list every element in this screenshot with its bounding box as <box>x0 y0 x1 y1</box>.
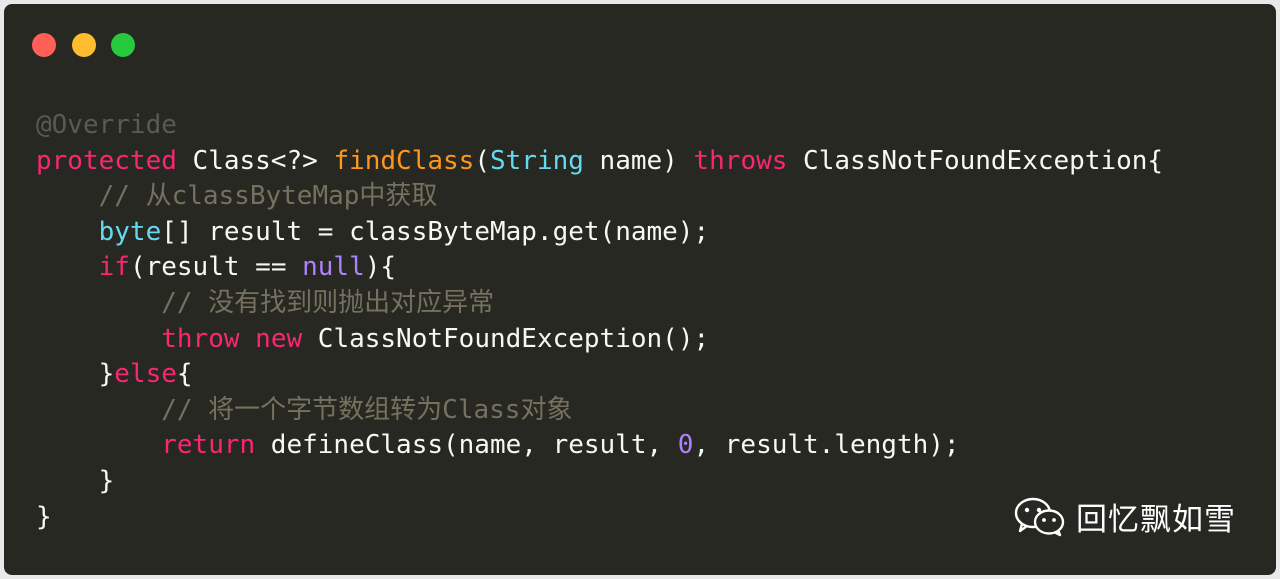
code-token-plain: ){ <box>364 252 397 283</box>
code-token-keyword: return <box>161 430 256 461</box>
code-token-literal: 0 <box>677 430 694 461</box>
code-line: } <box>36 464 1163 500</box>
maximize-button[interactable] <box>111 33 135 57</box>
watermark: 回忆飘如雪 <box>1014 494 1236 539</box>
code-token-plain: [] result = classByteMap.get(name); <box>161 216 710 247</box>
code-token-literal: null <box>302 252 365 283</box>
code-token-keyword: if <box>98 252 130 283</box>
code-line: }else{ <box>36 357 1163 393</box>
code-token-keyword: throws <box>693 145 788 176</box>
code-line: protected Class<?> findClass(String name… <box>36 144 1163 180</box>
code-token-comment: // 没有找到则抛出对应异常 <box>36 287 495 318</box>
code-line: // 从classByteMap中获取 <box>36 179 1163 215</box>
code-token-plain: ClassNotFoundException(); <box>302 323 710 354</box>
code-line: throw new ClassNotFoundException(); <box>36 322 1163 358</box>
code-token-plain: name) <box>583 145 694 176</box>
code-token-keyword: protected <box>36 145 177 176</box>
watermark-text: 回忆飘如雪 <box>1076 502 1236 538</box>
code-line: // 将一个字节数组转为Class对象 <box>36 393 1163 429</box>
code-line: if(result == null){ <box>36 250 1163 286</box>
code-token-plain: } <box>36 359 115 390</box>
code-token-func: findClass <box>333 145 475 176</box>
code-window: @Override protected Class<?> findClass(St… <box>4 4 1276 575</box>
code-token-keyword: new <box>255 323 303 354</box>
code-block: @Override protected Class<?> findClass(St… <box>36 108 1163 535</box>
code-line: // 没有找到则抛出对应异常 <box>36 286 1163 322</box>
code-token-plain: } <box>36 465 115 496</box>
code-token-plain: , result.length); <box>693 430 960 461</box>
code-line: byte[] result = classByteMap.get(name); <box>36 215 1163 251</box>
code-token-annotation: @Override <box>36 110 177 140</box>
code-token-comment: // 从classByteMap中获取 <box>36 181 438 212</box>
code-token-comment: // 将一个字节数组转为Class对象 <box>36 394 573 425</box>
code-token-plain: ( <box>474 145 490 176</box>
code-token-plain: (result == <box>129 252 303 283</box>
code-token-plain: { <box>176 359 193 390</box>
code-token-plain: Class<?> <box>176 145 334 176</box>
code-line: } <box>36 500 1163 536</box>
window-titlebar <box>4 4 1276 84</box>
code-token-type: String <box>489 145 584 176</box>
code-token-type: byte <box>98 216 162 247</box>
minimize-button[interactable] <box>72 33 96 57</box>
code-token-plain: } <box>36 501 52 532</box>
code-line: return defineClass(name, result, 0, resu… <box>36 428 1163 464</box>
code-token-keyword: throw <box>161 323 240 354</box>
code-line: @Override <box>36 108 1163 144</box>
code-token-plain: ClassNotFoundException{ <box>787 145 1164 176</box>
code-token-keyword: else <box>114 359 177 390</box>
code-token-plain: defineClass(name, result, <box>255 430 678 461</box>
wechat-icon <box>1014 497 1065 536</box>
close-button[interactable] <box>32 33 56 57</box>
